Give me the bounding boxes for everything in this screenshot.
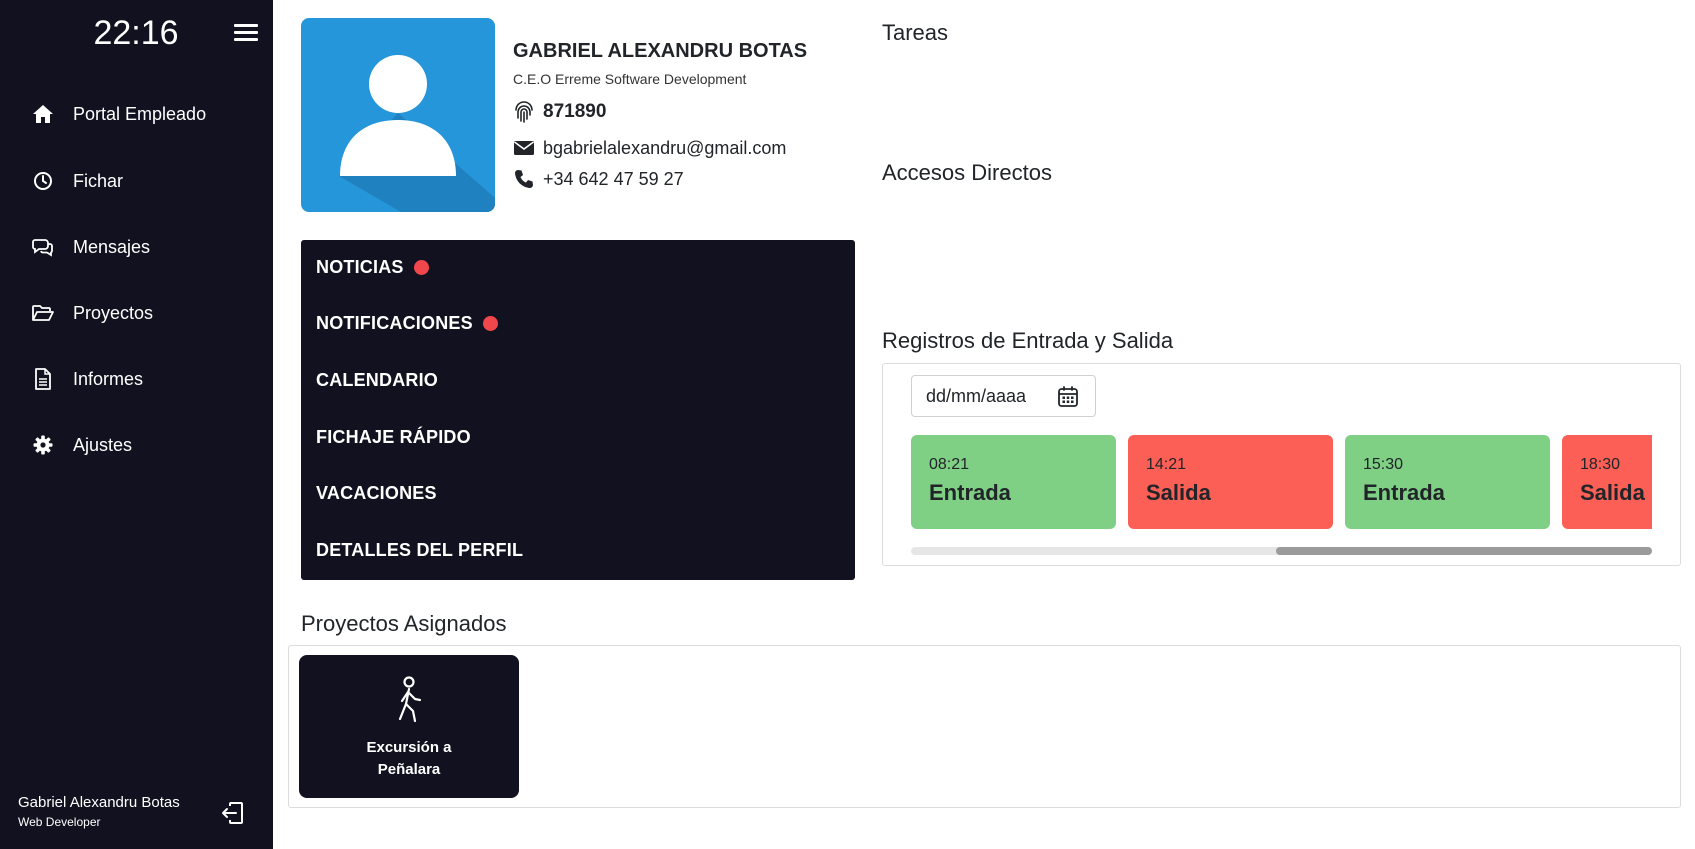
folder-open-icon [32,302,54,324]
clock-icon [32,170,54,192]
calendar-icon[interactable] [1056,385,1080,409]
date-field[interactable] [911,375,1096,417]
document-icon [32,368,54,390]
record-card[interactable]: 18:30 Salida [1562,435,1652,529]
sidebar: 22:16 Portal Empleado Fichar Mensajes Pr… [0,0,273,849]
sidebar-item-label: Proyectos [73,302,154,323]
logout-icon[interactable] [220,800,246,826]
gear-icon [32,434,54,456]
home-icon [32,103,54,125]
email[interactable]: bgabrielalexandru@gmail.com [543,138,786,159]
fingerprint-icon [513,101,535,123]
phone[interactable]: +34 642 47 59 27 [543,169,684,190]
phone-row: +34 642 47 59 27 [513,168,684,190]
notification-badge [482,316,498,331]
record-time: 14:21 [1146,456,1187,473]
sidebar-item-portal-empleado[interactable]: Portal Empleado [32,96,206,132]
profile-name: GABRIEL ALEXANDRU BOTAS [513,40,808,62]
records-scrollbar[interactable] [911,547,1652,555]
user-role: Web Developer [18,815,101,829]
record-card[interactable]: 15:30 Entrada [1345,435,1550,529]
sidebar-user: Gabriel Alexandru Botas Web Developer [18,794,180,829]
notification-badge [413,260,429,275]
menu-item-detalles-perfil[interactable]: DETALLES DEL PERFIL [316,540,523,561]
record-time: 15:30 [1363,456,1404,473]
record-card[interactable]: 08:21 Entrada [911,435,1116,529]
record-type: Salida [1580,480,1645,505]
profile-title: C.E.O Erreme Software Development [513,71,747,87]
date-input[interactable] [926,385,1036,407]
shortcuts-title: Accesos Directos [882,160,1052,185]
email-row: bgabrielalexandru@gmail.com [513,137,786,159]
avatar [301,18,495,212]
scrollbar-thumb[interactable] [1276,547,1652,555]
record-time: 18:30 [1580,456,1621,473]
employee-id-row: 871890 [513,101,606,123]
sidebar-item-label: Informes [73,368,144,389]
records-title: Registros de Entrada y Salida [882,328,1174,353]
chat-icon [32,236,54,258]
projects-title: Proyectos Asignados [301,611,507,636]
sidebar-item-label: Fichar [73,170,124,191]
project-card[interactable]: Excursión a Peñalara [299,655,519,798]
sidebar-item-label: Ajustes [73,434,133,455]
menu-item-notificaciones[interactable]: NOTIFICACIONES [316,313,498,334]
walking-person-icon [389,675,429,727]
sidebar-item-label: Portal Empleado [73,103,207,124]
sidebar-item-label: Mensajes [73,236,151,257]
project-label: Excursión a Peñalara [366,739,452,778]
record-type: Salida [1146,480,1211,505]
quick-menu: NOTICIAS NOTIFICACIONES CALENDARIO FICHA… [301,240,855,580]
sidebar-item-proyectos[interactable]: Proyectos [32,295,153,331]
clock: 22:16 [93,14,179,52]
sidebar-item-ajustes[interactable]: Ajustes [32,427,132,463]
menu-item-label: NOTICIAS [316,257,404,277]
phone-icon [513,168,535,190]
menu-item-label: DETALLES DEL PERFIL [316,540,524,560]
records-strip: 08:21 Entrada 14:21 Salida 15:30 Entrada… [911,435,1652,531]
menu-item-label: FICHAJE RÁPIDO [316,427,471,447]
app: 22:16 Portal Empleado Fichar Mensajes Pr… [0,0,1695,849]
menu-item-label: CALENDARIO [316,370,438,390]
menu-item-calendario[interactable]: CALENDARIO [316,370,438,391]
menu-item-label: VACACIONES [316,483,437,503]
record-time: 08:21 [929,456,970,473]
envelope-icon [513,137,535,159]
menu-item-noticias[interactable]: NOTICIAS [316,257,429,278]
record-type: Entrada [1363,480,1445,505]
sidebar-item-informes[interactable]: Informes [32,361,143,397]
employee-id: 871890 [543,101,607,122]
record-type: Entrada [929,480,1011,505]
sidebar-item-mensajes[interactable]: Mensajes [32,229,150,265]
user-name: Gabriel Alexandru Botas [18,794,180,811]
record-card[interactable]: 14:21 Salida [1128,435,1333,529]
hamburger-menu-icon[interactable] [234,24,258,44]
tasks-title: Tareas [882,20,949,45]
menu-item-fichaje-rapido[interactable]: FICHAJE RÁPIDO [316,427,471,448]
menu-item-vacaciones[interactable]: VACACIONES [316,483,437,504]
sidebar-item-fichar[interactable]: Fichar [32,163,123,199]
menu-item-label: NOTIFICACIONES [316,313,473,333]
